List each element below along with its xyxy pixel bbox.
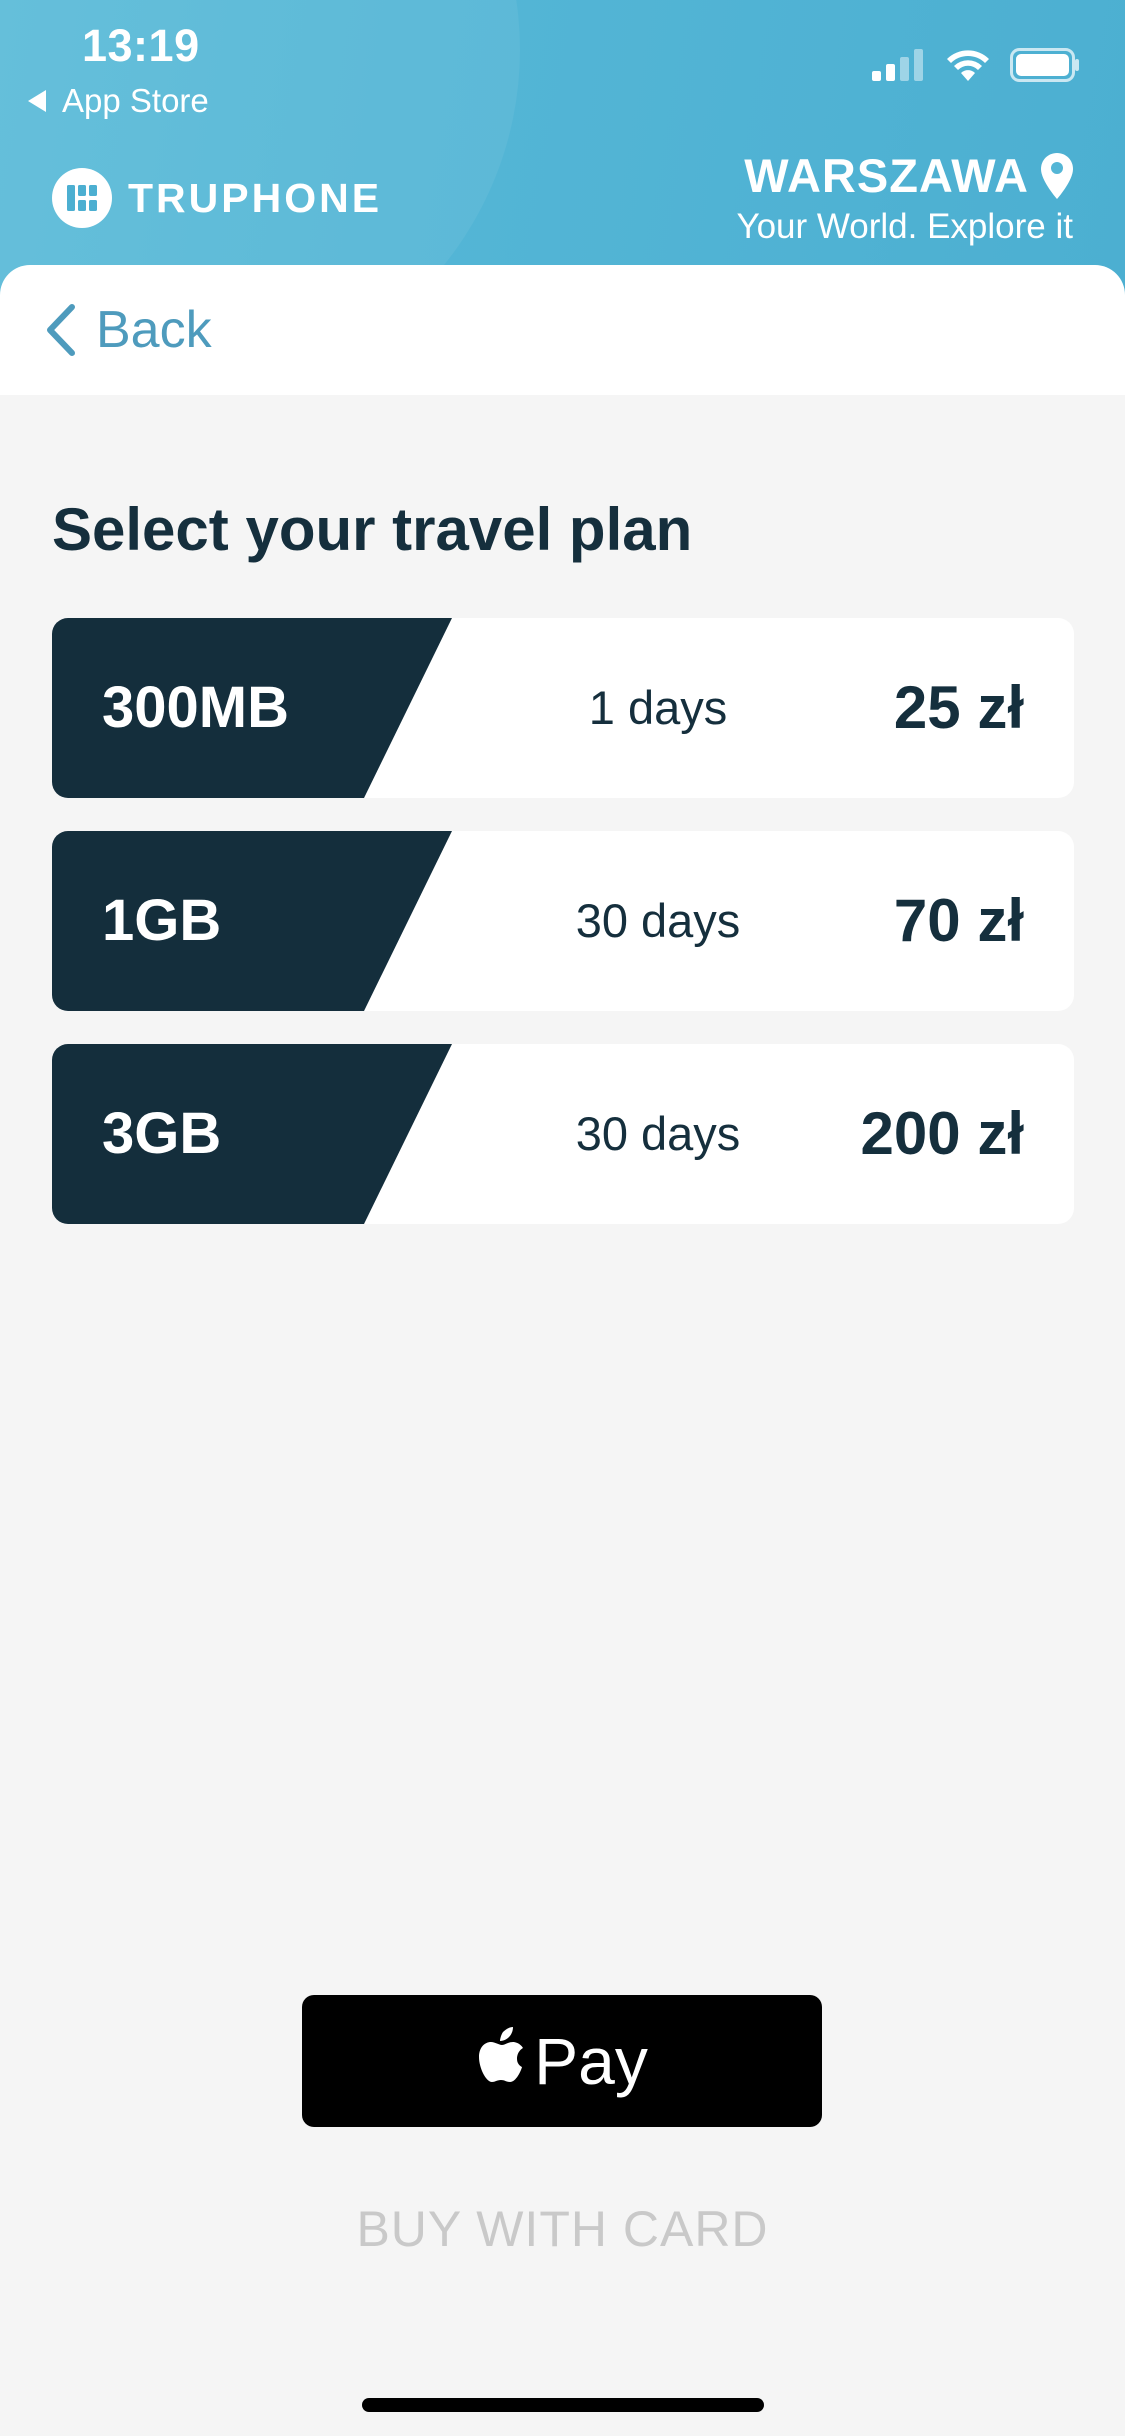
- tagline: Your World. Explore it: [736, 207, 1073, 246]
- brand-name: TRUPHONE: [128, 174, 383, 221]
- location-pin-icon: [1041, 152, 1073, 199]
- nav-bar: Back: [0, 265, 1125, 395]
- header-sheen: [0, 0, 520, 300]
- status-time: 13:19: [82, 20, 200, 71]
- page-title: Select your travel plan: [52, 496, 693, 563]
- apple-pay-label: Pay: [534, 2024, 648, 2098]
- buy-with-card-button[interactable]: BUY WITH CARD: [0, 2200, 1125, 2258]
- plan-card[interactable]: 3GB 30 days 200 zł: [52, 1044, 1074, 1224]
- plan-duration: 1 days: [588, 681, 728, 734]
- apple-pay-button[interactable]: Pay: [302, 1995, 822, 2127]
- chevron-left-icon: [47, 304, 75, 356]
- wifi-icon: [947, 50, 989, 81]
- status-icons: [872, 48, 1080, 82]
- back-button-label: Back: [96, 301, 212, 359]
- plan-duration: 30 days: [575, 1107, 741, 1160]
- battery-icon: [1010, 48, 1079, 82]
- city-name: WARSZAWA: [744, 149, 1029, 202]
- plan-price: 70 zł: [893, 887, 1024, 954]
- plan-price: 25 zł: [893, 674, 1024, 741]
- plan-price: 200 zł: [860, 1100, 1024, 1167]
- app-header: 13:19 App Store TRUPHONE WARSZAWA Your W…: [0, 0, 1125, 300]
- back-triangle-icon: [28, 90, 46, 112]
- back-button[interactable]: Back: [44, 300, 212, 360]
- home-indicator[interactable]: [362, 2398, 764, 2412]
- plan-data-amount: 300MB: [102, 675, 289, 740]
- brand-logo-group: TRUPHONE: [52, 168, 382, 228]
- back-to-app-store[interactable]: App Store: [28, 82, 209, 120]
- signal-icon: [872, 49, 923, 81]
- back-to-app-store-label: App Store: [62, 82, 209, 119]
- plan-duration: 30 days: [575, 894, 741, 947]
- apple-logo-icon: [479, 2027, 524, 2082]
- truphone-logo-icon: [52, 168, 112, 228]
- location-block[interactable]: WARSZAWA Your World. Explore it: [736, 148, 1073, 247]
- plan-card[interactable]: 1GB 30 days 70 zł: [52, 831, 1074, 1011]
- plan-card[interactable]: 300MB 1 days 25 zł: [52, 618, 1074, 798]
- plan-data-amount: 1GB: [102, 888, 222, 953]
- plan-data-amount: 3GB: [102, 1101, 222, 1166]
